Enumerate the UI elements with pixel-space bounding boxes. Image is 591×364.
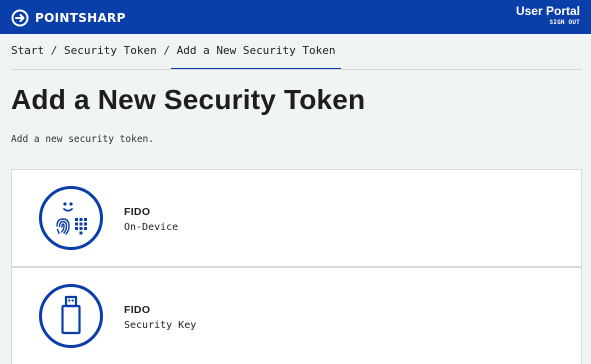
breadcrumb: Start / Security Token / Add a New Secur… [11,44,341,70]
token-option-fido-on-device[interactable]: FIDO On-Device [11,169,582,267]
page-subtitle: Add a new security token. [11,134,154,145]
breadcrumb-divider [11,69,582,70]
page-title: Add a New Security Token [11,84,366,115]
sign-out-link[interactable]: SIGN OUT [550,19,581,26]
pointsharp-logo-icon [11,9,29,27]
top-bar: POINTSHARP User Portal SIGN OUT [0,0,591,34]
breadcrumb-security-token[interactable]: Security Token [64,44,157,57]
brand-name: POINTSHARP [35,11,126,25]
breadcrumb-start[interactable]: Start [11,44,44,57]
portal-title: User Portal [515,4,580,18]
token-title: FIDO [124,206,151,218]
brand-logo[interactable]: POINTSHARP [11,8,126,28]
token-option-fido-security-key[interactable]: FIDO Security Key [11,267,582,364]
breadcrumb-current: Add a New Security Token [170,44,341,70]
token-subtitle: Security Key [124,320,197,331]
token-title: FIDO [124,304,151,316]
usb-security-key-icon [39,284,103,348]
token-subtitle: On-Device [124,222,179,233]
breadcrumb-separator: / [163,44,170,57]
breadcrumb-separator: / [50,44,58,57]
fido-on-device-icon [39,186,103,250]
